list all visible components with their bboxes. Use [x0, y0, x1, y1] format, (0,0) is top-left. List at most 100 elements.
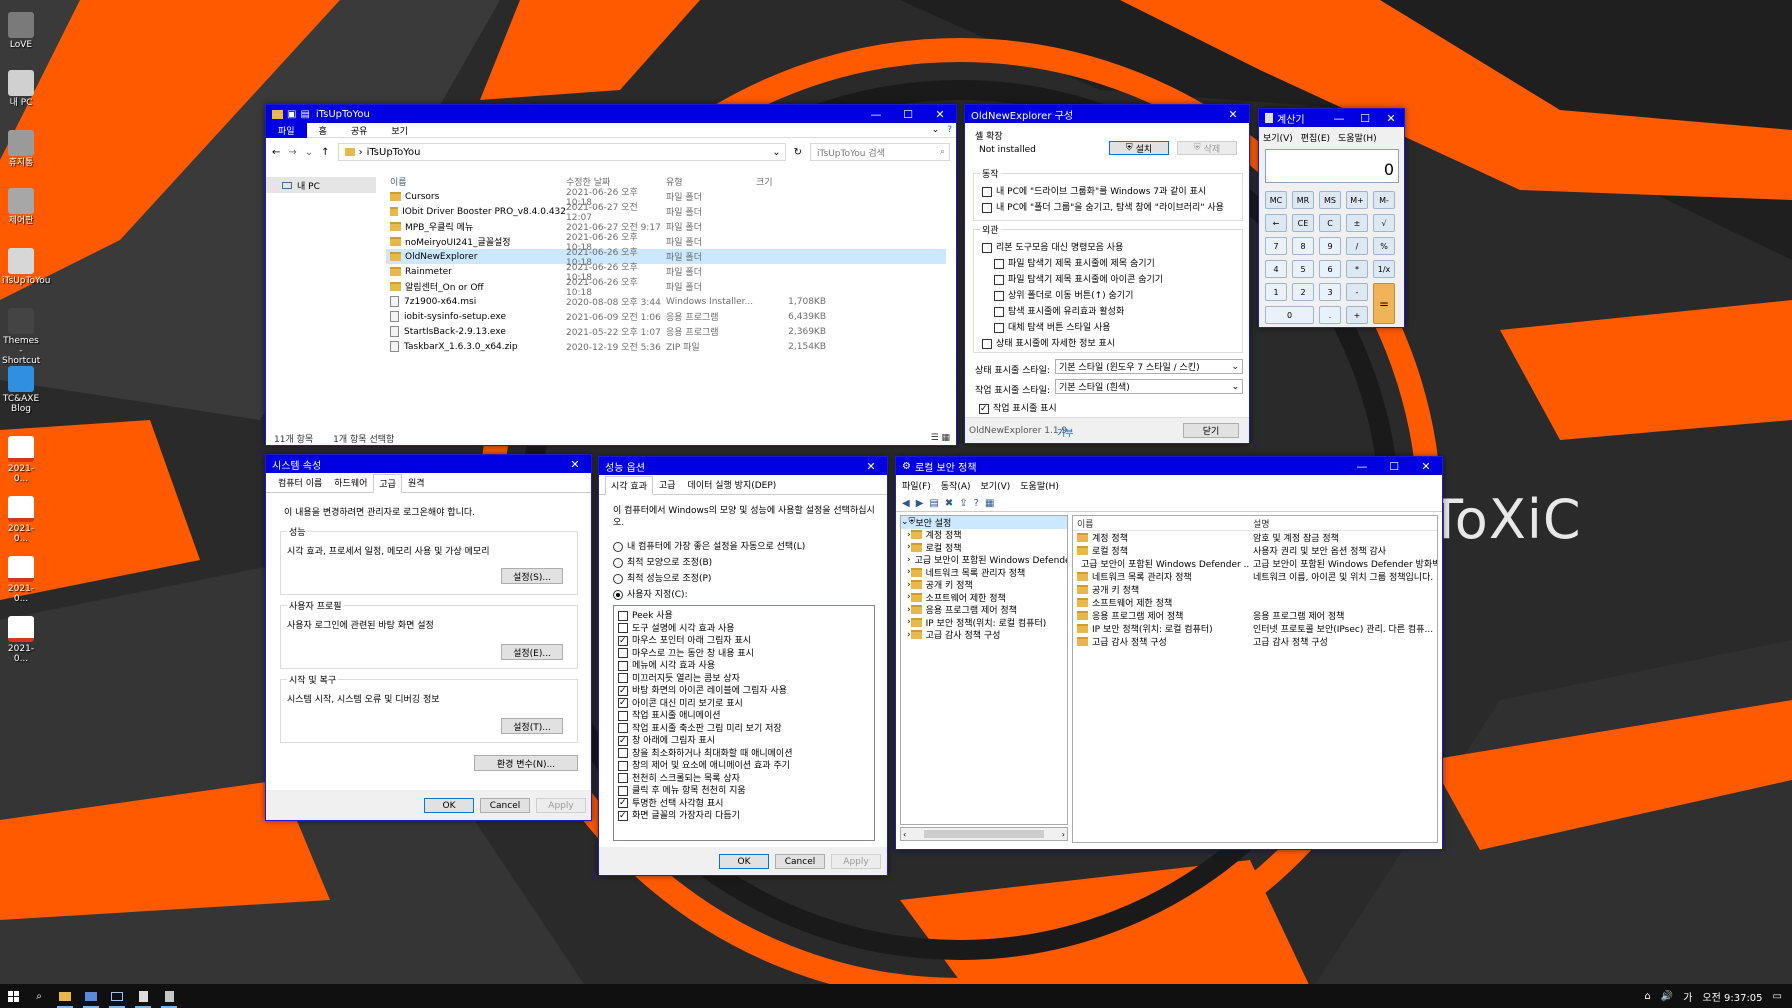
explorer-titlebar[interactable]: ▣ ▤ iTsUpToYou — ☐ ✕	[266, 105, 956, 123]
tree-root-security-settings[interactable]: ⌄ ⛨ 보안 설정	[901, 516, 1067, 529]
policy-row[interactable]: 소프트웨어 제한 정책	[1073, 596, 1437, 609]
quick-access-folder-icon[interactable]: ▤	[300, 109, 309, 120]
calc-key[interactable]: %	[1373, 237, 1395, 255]
desktop-icon-6[interactable]: TC&AXE Blog	[2, 366, 40, 414]
local-security-policy-window[interactable]: ⚙ 로컬 보안 정책 — ☐ ✕ 파일(F) 동작(A) 보기(V) 도움말(H…	[895, 456, 1443, 850]
appearance-option[interactable]: 파일 탐색기 제목 표시줄에 제목 숨기기	[982, 256, 1163, 272]
ribbon-tab-file[interactable]: 파일	[266, 122, 307, 138]
tree-horizontal-scrollbar[interactable]: ‹ ›	[900, 827, 1068, 841]
maximize-button[interactable]: ☐	[1378, 457, 1410, 475]
calc-key[interactable]: C	[1319, 214, 1341, 232]
performance-settings-button[interactable]: 설정(S)...	[501, 568, 563, 584]
calc-key[interactable]: M-	[1373, 191, 1395, 209]
calc-key[interactable]: 6	[1319, 260, 1341, 278]
ribbon-tab-share[interactable]: 공유	[339, 124, 380, 137]
policy-row[interactable]: 고급 보안이 포함된 Windows Defender ... 고급 보안이 포함…	[1073, 557, 1437, 570]
calc-key[interactable]: =	[1373, 283, 1395, 324]
uninstall-button[interactable]: ⛨ 삭제	[1177, 141, 1237, 155]
start-button[interactable]	[0, 984, 26, 1008]
ok-button[interactable]: OK	[424, 798, 474, 813]
system-properties-window[interactable]: 시스템 속성 ✕ 컴퓨터 이름 하드웨어 고급 원격 이 내용을 변경하려면 관…	[265, 454, 592, 821]
file-row[interactable]: Rainmeter 2021-06-26 오후 10:18 파일 폴더	[386, 263, 946, 283]
perf-radio-option[interactable]: 내 컴퓨터에 가장 좋은 설정을 자동으로 선택(L)	[613, 539, 805, 555]
visual-effect-checkbox[interactable]	[618, 785, 628, 796]
maximize-button[interactable]: ☐	[1352, 109, 1378, 127]
install-button[interactable]: ⛨ 설치	[1109, 141, 1169, 155]
appearance-checkbox[interactable]	[982, 242, 992, 253]
desktop-icon-9[interactable]: 2021-0...	[2, 556, 40, 604]
behavior-checkbox[interactable]	[982, 202, 992, 213]
policy-row[interactable]: IP 보안 정책(위치: 로컬 컴퓨터) 인터넷 프로토콜 보안(IPsec) 관…	[1073, 622, 1437, 635]
taskbar-oldnewexplorer[interactable]	[130, 984, 156, 1008]
lsp-menu-action[interactable]: 동작(A)	[941, 479, 971, 492]
lsp-menu-view[interactable]: 보기(V)	[981, 479, 1011, 492]
close-button[interactable]: ✕	[1378, 109, 1404, 127]
back-arrow-icon[interactable]: ◀	[902, 498, 910, 509]
perf-titlebar[interactable]: 성능 옵션 ✕	[599, 457, 887, 475]
volume-icon[interactable]: 🔊	[1661, 991, 1673, 1002]
perf-radio[interactable]	[613, 589, 623, 600]
perf-radio-option[interactable]: 최적 모양으로 조정(B)	[613, 555, 805, 571]
search-button[interactable]: ⌕	[26, 984, 52, 1008]
visual-effect-checkbox[interactable]	[618, 673, 628, 683]
maximize-button[interactable]: ☐	[892, 105, 924, 123]
visual-effect-checkbox[interactable]	[618, 760, 628, 771]
back-arrow-icon[interactable]: ←	[272, 147, 280, 158]
scroll-left-icon[interactable]: ‹	[903, 830, 906, 839]
minimize-button[interactable]: —	[860, 105, 892, 123]
visual-effect-checkbox[interactable]	[618, 723, 628, 733]
visual-effect-option[interactable]: 창을 최소화하거나 최대화할 때 애니메이션	[618, 746, 870, 759]
calc-key[interactable]: +	[1346, 306, 1368, 324]
ok-button[interactable]: OK	[719, 854, 769, 869]
calc-key[interactable]: 4	[1265, 260, 1287, 278]
visual-effect-option[interactable]: 마우스로 끄는 동안 창 내용 표시	[618, 646, 870, 659]
calc-key[interactable]: M+	[1346, 191, 1368, 209]
policy-row[interactable]: 고급 감사 정책 구성 고급 감사 정책 구성	[1073, 635, 1437, 648]
file-row[interactable]: TaskbarX_1.6.3.0_x64.zip 2020-12-19 오전 5:…	[386, 339, 946, 354]
appearance-option[interactable]: 상태 표시줄에 자세한 정보 표시	[982, 336, 1163, 352]
environment-variables-button[interactable]: 환경 변수(N)...	[474, 755, 578, 771]
taskbar-file-explorer[interactable]	[52, 984, 78, 1008]
calc-key[interactable]: 1	[1265, 283, 1287, 301]
lsp-menu-file[interactable]: 파일(F)	[902, 479, 931, 492]
scroll-thumb[interactable]	[924, 830, 1044, 838]
forward-arrow-icon[interactable]: →	[288, 147, 296, 158]
calc-key[interactable]: 2	[1292, 283, 1314, 301]
calc-key[interactable]: MR	[1292, 191, 1314, 209]
status-style-select[interactable]: 기본 스타일 (윈도우 7 스타일 / 스킨) ⌄	[1055, 359, 1243, 374]
visual-effect-option[interactable]: 창 아래에 그림자 표시	[618, 733, 870, 746]
minimize-button[interactable]: —	[1346, 457, 1378, 475]
quick-access-save-icon[interactable]: ▣	[287, 109, 296, 120]
file-row[interactable]: iobit-sysinfo-setup.exe 2021-06-09 오전 1:0…	[386, 309, 946, 324]
appearance-checkbox[interactable]	[994, 274, 1004, 285]
refresh-icon[interactable]: ↻	[794, 147, 802, 158]
desktop-icon-0[interactable]: LoVE	[2, 12, 40, 50]
show-taskbar-option[interactable]: 작업 표시줄 표시	[979, 401, 1057, 414]
column-header-description[interactable]: 설명	[1249, 517, 1437, 530]
tab-advanced[interactable]: 고급	[373, 474, 402, 493]
visual-effect-checkbox[interactable]	[618, 635, 628, 646]
appearance-checkbox[interactable]	[982, 338, 992, 349]
close-dialog-button[interactable]: 닫기	[1183, 423, 1239, 438]
close-button[interactable]: ✕	[855, 457, 887, 475]
cmd-style-select[interactable]: 기본 스타일 (흰색) ⌄	[1055, 379, 1243, 394]
tab-visual-effects[interactable]: 시각 효과	[605, 476, 653, 495]
perf-radio-option[interactable]: 최적 성능으로 조정(P)	[613, 571, 805, 587]
desktop-icon-2[interactable]: 휴지통	[2, 130, 40, 168]
calc-key[interactable]: 5	[1292, 260, 1314, 278]
appearance-option[interactable]: 파일 탐색기 제목 표시줄에 아이콘 숨기기	[982, 272, 1163, 288]
policy-row[interactable]: 계정 정책 암호 및 계정 잠금 정책	[1073, 531, 1437, 544]
visual-effect-option[interactable]: 천천히 스크롤되는 목록 상자	[618, 771, 870, 784]
file-row[interactable]: StartIsBack-2.9.13.exe 2021-05-22 오후 1:07…	[386, 324, 946, 339]
tree-item[interactable]: › 네트워크 목록 관리자 정책	[901, 566, 1067, 578]
calc-menu-edit[interactable]: 편집(E)	[1301, 131, 1330, 144]
search-box[interactable]: iTsUpToYou 검색 ⌕	[810, 143, 950, 161]
file-row[interactable]: noMeiryoUI241_글꼴설정 2021-06-26 오후 10:18 파일 …	[386, 233, 946, 253]
file-row[interactable]: 알림센터_On or Off 2021-06-26 오후 10:18 파일 폴더	[386, 278, 946, 298]
calc-key[interactable]: MC	[1265, 191, 1287, 209]
clock[interactable]: 오전 9:37:05	[1702, 989, 1762, 1004]
appearance-option[interactable]: 상위 폴더로 이동 버튼(↑) 숨기기	[982, 288, 1163, 304]
desktop-icon-4[interactable]: iTsUpToYou	[2, 248, 51, 286]
forward-arrow-icon[interactable]: ▶	[916, 498, 924, 509]
address-bar[interactable]: › iTsUpToYou ⌄	[337, 143, 786, 161]
